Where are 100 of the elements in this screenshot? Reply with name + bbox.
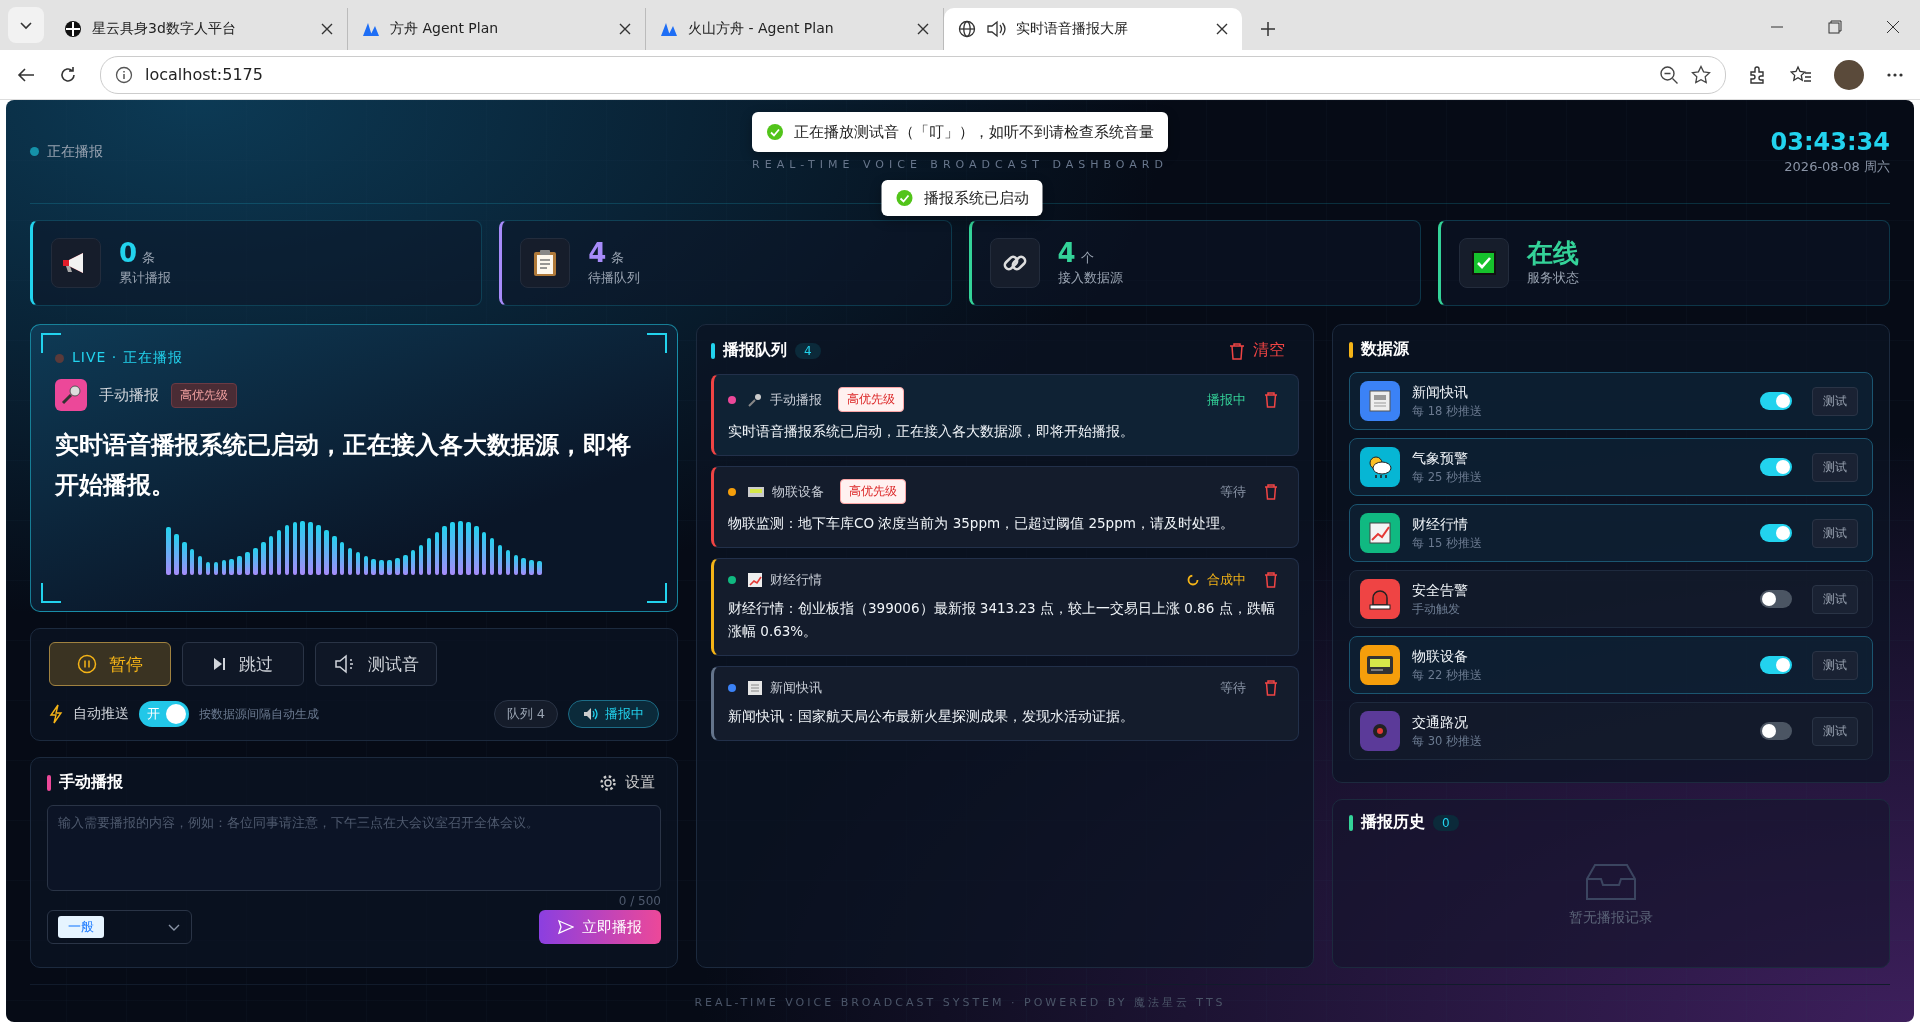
source-interval: 每 15 秒推送: [1412, 535, 1482, 551]
speaker-icon[interactable]: [986, 20, 1006, 38]
device-icon: [1366, 654, 1394, 676]
profile-avatar[interactable]: [1834, 59, 1864, 90]
trash-icon: [1229, 341, 1245, 360]
restore-icon[interactable]: [1828, 20, 1842, 34]
test-button[interactable]: 测试: [1812, 584, 1858, 614]
queue-item[interactable]: 物联设备 高优先级 等待 物联监测：地下车库CO 浓度当前为 35ppm，已超过阈值 25ppm，请及时处理。: [711, 466, 1299, 548]
success-icon: [895, 189, 914, 207]
test-button[interactable]: 测试: [1812, 386, 1858, 416]
corner-bracket: [647, 583, 667, 603]
toggle-switch[interactable]: [1760, 458, 1792, 476]
toast-message: 正在播放测试音（「叮」），如听不到请检查系统音量: [752, 112, 1168, 152]
info-icon[interactable]: [115, 65, 133, 84]
trash-icon[interactable]: [1264, 391, 1278, 408]
trash-icon[interactable]: [1264, 680, 1278, 696]
broadcast-button[interactable]: 立即播报: [539, 910, 661, 944]
queue-item[interactable]: 财经行情 合成中 财经行情：创业板指（399006）最新报 3413.23 点，较上一交易日上涨 0.86 点，跌幅涨幅 0.63%。: [711, 558, 1299, 656]
corner-bracket: [647, 333, 667, 353]
test-button[interactable]: 测试: [1812, 452, 1858, 482]
status-dot: [30, 147, 39, 156]
microphone-icon: [748, 392, 762, 407]
queue-count: 4: [795, 342, 821, 359]
toast-message: 播报系统已启动: [881, 180, 1043, 216]
tab-list-button[interactable]: [8, 7, 44, 43]
status-text: 正在播报: [47, 142, 103, 161]
clipboard-icon: [533, 249, 558, 277]
lightning-icon: [49, 704, 63, 724]
dashboard-subtitle: REAL-TIME VOICE BROADCAST DASHBOARD: [752, 158, 1168, 171]
panel-title: 手动播报: [59, 772, 123, 793]
close-icon[interactable]: [1886, 20, 1900, 34]
device-icon: [748, 485, 764, 498]
speaker-icon: [583, 707, 599, 721]
toggle-switch[interactable]: [1760, 524, 1792, 542]
source-name: 物联设备: [772, 482, 824, 501]
control-button[interactable]: 跳过: [182, 642, 304, 686]
control-button[interactable]: 测试音: [315, 642, 437, 686]
source-name: 财经行情: [1412, 515, 1469, 534]
stat-label: 服务状态: [1526, 269, 1579, 288]
test-button[interactable]: 测试: [1812, 518, 1858, 548]
status-label: 等待: [1220, 679, 1246, 697]
toggle-switch[interactable]: [1760, 722, 1792, 740]
toggle-switch[interactable]: [1760, 590, 1792, 608]
browser-tab[interactable]: 实时语音播报大屏: [944, 8, 1242, 50]
history-count: 0: [1433, 814, 1459, 831]
close-icon[interactable]: [917, 23, 929, 35]
trash-icon[interactable]: [1264, 572, 1278, 588]
live-dot: [55, 353, 64, 363]
skip-icon: [213, 656, 227, 672]
message-text: 新闻快讯：国家航天局公布最新火星探测成果，发现水活动证据。: [728, 707, 1135, 726]
queue-item[interactable]: 新闻快讯 等待 新闻快讯：国家航天局公布最新火星探测成果，发现水活动证据。: [711, 666, 1299, 741]
source-name: 财经行情: [770, 571, 822, 589]
auto-push-hint: 按数据源间隔自动生成: [199, 705, 319, 723]
stat-unit: 条: [611, 248, 625, 267]
auto-push-label: 自动推送: [73, 705, 129, 723]
toggle-switch[interactable]: [1760, 392, 1792, 410]
cloud-sun-icon: [1366, 454, 1394, 480]
speaker-icon: [333, 654, 356, 674]
source-name: 手动播报: [770, 390, 822, 409]
live-label: LIVE · 正在播报: [72, 349, 183, 367]
more-icon[interactable]: [1886, 71, 1904, 78]
stat-value: 4: [1057, 238, 1076, 268]
source-interval: 每 25 秒推送: [1412, 469, 1482, 485]
newspaper-icon: [748, 681, 762, 695]
trash-icon[interactable]: [1264, 483, 1278, 500]
status-label: 等待: [1220, 482, 1246, 501]
stat-value: 在线: [1526, 238, 1579, 268]
control-button[interactable]: 暂停: [49, 642, 171, 686]
stat-label: 接入数据源: [1057, 269, 1123, 288]
level-select[interactable]: 一般: [47, 910, 192, 944]
message-text: 实时语音播报系统已启动，正在接入各大数据源，即将开始播报。: [728, 422, 1135, 441]
playing-badge: 播报中: [568, 700, 659, 728]
now-playing-text: 实时语音播报系统已启动，正在接入各大数据源，即将开始播报。: [55, 430, 632, 501]
close-icon[interactable]: [1216, 23, 1228, 35]
reload-icon[interactable]: [58, 64, 78, 85]
favorites-icon[interactable]: [1790, 64, 1812, 85]
close-icon[interactable]: [619, 23, 631, 35]
source-interval: 手动触发: [1412, 601, 1461, 617]
clear-button[interactable]: 清空: [1223, 339, 1291, 362]
test-button[interactable]: 测试: [1812, 716, 1858, 746]
close-icon[interactable]: [321, 23, 333, 35]
corner-bracket: [41, 583, 61, 603]
priority-tag: 高优先级: [838, 387, 904, 412]
toggle-switch[interactable]: [1760, 656, 1792, 674]
stat-unit: 条: [142, 248, 156, 267]
corner-bracket: [41, 333, 61, 353]
star-icon[interactable]: [1691, 64, 1711, 85]
stat-unit: 个: [1080, 248, 1094, 267]
priority-tag: 高优先级: [171, 382, 237, 408]
new-tab-icon[interactable]: [1260, 21, 1276, 37]
address-field[interactable]: localhost:5175: [100, 55, 1726, 94]
stat-label: 累计播报: [119, 269, 171, 288]
settings-button[interactable]: 设置: [593, 772, 661, 793]
clock-time: 03:43:34: [1770, 127, 1890, 156]
source-interval: 每 22 秒推送: [1412, 667, 1482, 683]
test-button[interactable]: 测试: [1812, 650, 1858, 680]
zoom-out-icon[interactable]: [1659, 64, 1679, 85]
checkbox-icon: [1470, 250, 1497, 276]
source-name: 新闻快讯: [770, 679, 822, 697]
queue-item[interactable]: 手动播报 高优先级 播报中 实时语音播报系统已启动，正在接入各大数据源，即将开始播报。: [711, 374, 1299, 456]
